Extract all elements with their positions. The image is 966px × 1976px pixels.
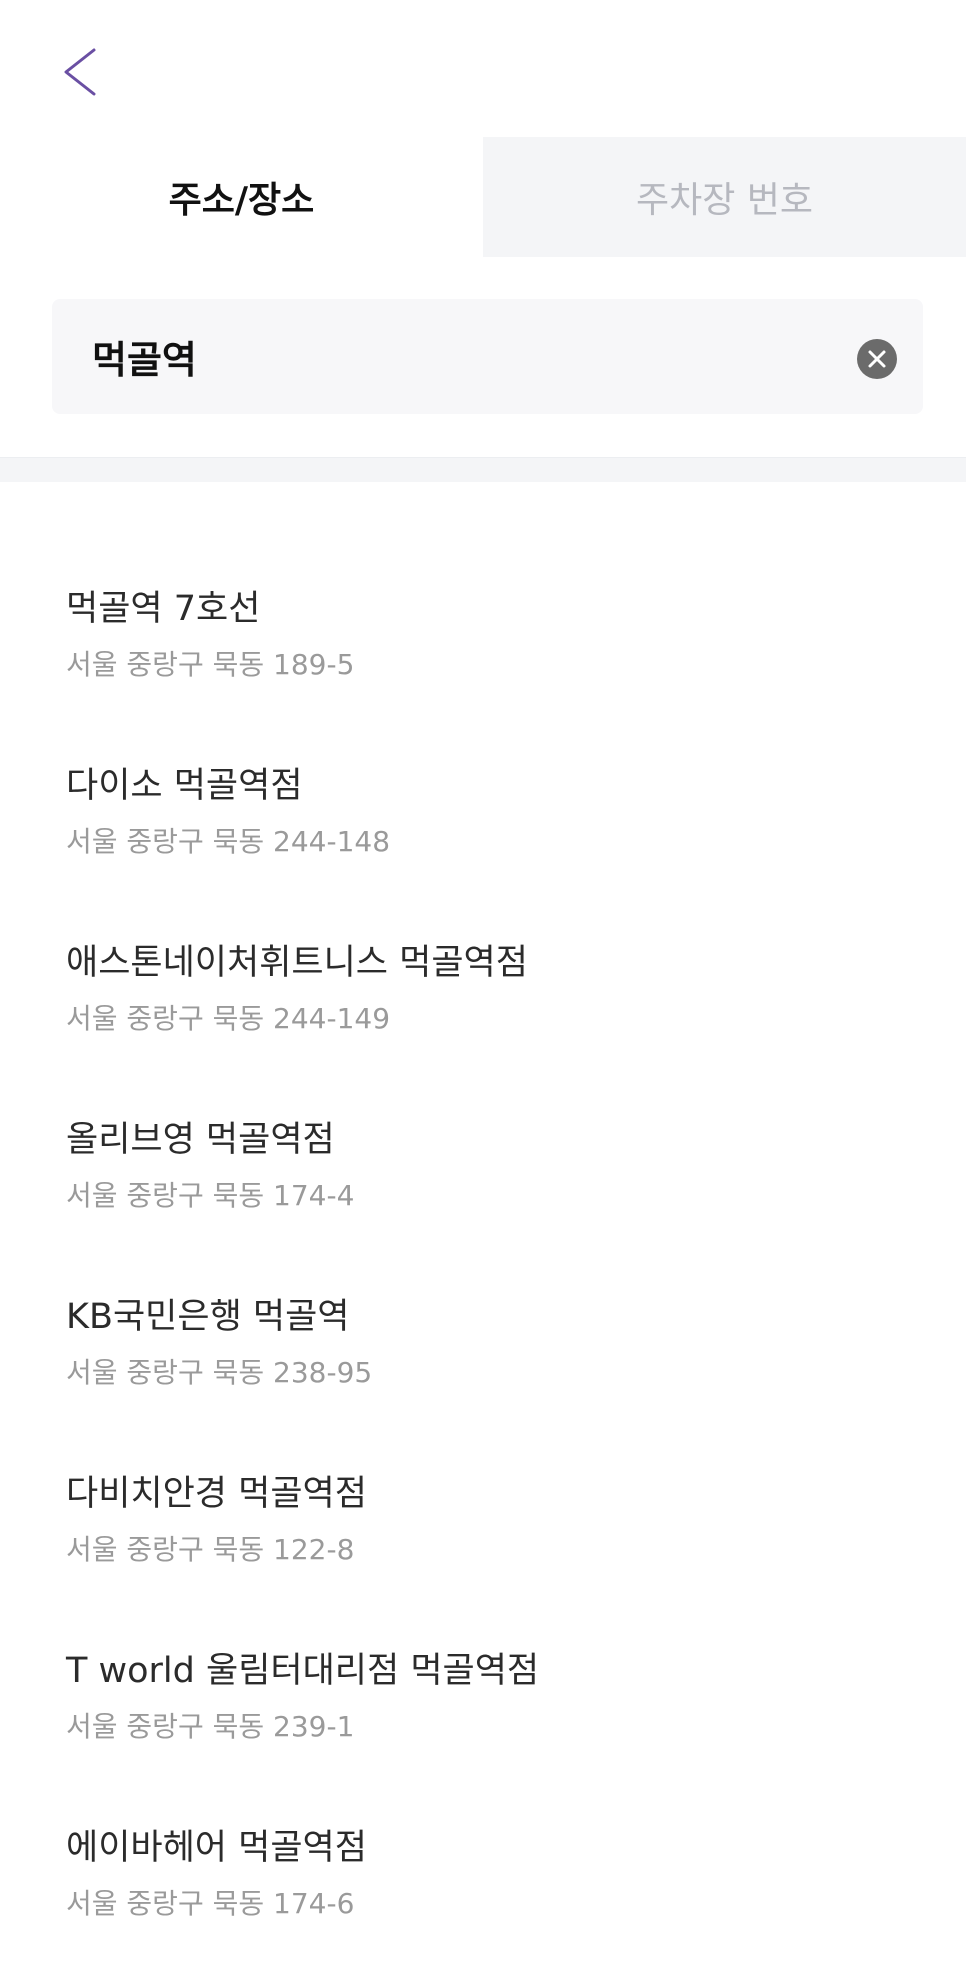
result-title: 에이바헤어 먹골역점 <box>66 1828 367 1868</box>
list-item[interactable]: 애스톤네이처휘트니스 먹골역점 서울 중랑구 묵동 244-149 <box>0 914 966 1091</box>
result-address: 서울 중랑구 묵동 189-5 <box>66 648 355 681</box>
search-input[interactable] <box>92 299 852 414</box>
result-title: T world 울림터대리점 먹골역점 <box>66 1651 540 1691</box>
section-divider <box>0 457 966 482</box>
result-title: 애스톤네이처휘트니스 먹골역점 <box>66 943 528 983</box>
search-box <box>52 299 923 414</box>
list-item[interactable]: 먹골역 7호선 서울 중랑구 묵동 189-5 <box>0 560 966 737</box>
close-icon <box>868 350 886 368</box>
list-item[interactable]: KB국민은행 먹골역 서울 중랑구 묵동 238-95 <box>0 1268 966 1445</box>
tab-parking-number[interactable]: 주차장 번호 <box>483 137 966 257</box>
result-address: 서울 중랑구 묵동 174-6 <box>66 1887 355 1920</box>
list-item[interactable]: T world 울림터대리점 먹골역점 서울 중랑구 묵동 239-1 <box>0 1622 966 1799</box>
result-title: KB국민은행 먹골역 <box>66 1297 350 1337</box>
result-address: 서울 중랑구 묵동 174-4 <box>66 1179 355 1212</box>
clear-search-button[interactable] <box>857 339 897 379</box>
tab-address-place[interactable]: 주소/장소 <box>0 137 483 257</box>
chevron-left-icon <box>64 48 96 96</box>
back-button[interactable] <box>52 42 112 102</box>
tab-label: 주소/장소 <box>168 180 315 221</box>
list-item[interactable]: 다이소 먹골역점 서울 중랑구 묵동 244-148 <box>0 737 966 914</box>
result-title: 다이소 먹골역점 <box>66 766 303 806</box>
list-item[interactable]: 에이바헤어 먹골역점 서울 중랑구 묵동 174-6 <box>0 1799 966 1976</box>
tab-bar: 주소/장소 주차장 번호 <box>0 137 966 257</box>
result-address: 서울 중랑구 묵동 244-148 <box>66 825 391 858</box>
result-title: 다비치안경 먹골역점 <box>66 1474 367 1514</box>
result-title: 올리브영 먹골역점 <box>66 1120 335 1160</box>
list-item[interactable]: 올리브영 먹골역점 서울 중랑구 묵동 174-4 <box>0 1091 966 1268</box>
result-address: 서울 중랑구 묵동 122-8 <box>66 1533 355 1566</box>
result-address: 서울 중랑구 묵동 244-149 <box>66 1002 391 1035</box>
tab-label: 주차장 번호 <box>635 180 814 221</box>
result-title: 먹골역 7호선 <box>66 589 261 629</box>
result-address: 서울 중랑구 묵동 238-95 <box>66 1356 373 1389</box>
list-item[interactable]: 다비치안경 먹골역점 서울 중랑구 묵동 122-8 <box>0 1445 966 1622</box>
result-address: 서울 중랑구 묵동 239-1 <box>66 1710 355 1743</box>
search-results-list: 먹골역 7호선 서울 중랑구 묵동 189-5 다이소 먹골역점 서울 중랑구 … <box>0 560 966 1976</box>
